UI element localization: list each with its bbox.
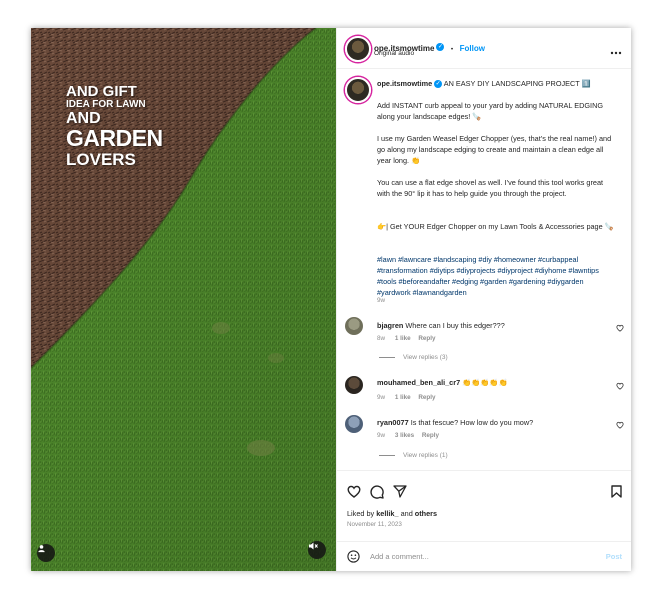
reply-button[interactable]: Reply bbox=[422, 432, 439, 439]
tagged-users-button[interactable] bbox=[37, 544, 55, 562]
comment-username[interactable]: mouhamed_ben_ali_cr7 bbox=[377, 378, 460, 387]
like-comment-heart-icon[interactable] bbox=[616, 324, 624, 332]
more-options-icon[interactable] bbox=[610, 42, 622, 60]
post-modal: AND GIFT IDEA FOR LAWN AND GARDEN LOVERS… bbox=[31, 28, 631, 571]
comment-meta: 8w 1 like Reply bbox=[377, 335, 435, 342]
post-date: November 11, 2023 bbox=[347, 521, 402, 528]
divider bbox=[337, 470, 631, 471]
post-comment-button[interactable]: Post bbox=[606, 552, 622, 561]
overlay-line-4: GARDEN bbox=[66, 125, 163, 151]
comment-avatar[interactable] bbox=[345, 317, 363, 335]
comment-username[interactable]: ryan0077 bbox=[377, 418, 409, 427]
comment-meta: 9w 3 likes Reply bbox=[377, 432, 439, 439]
liked-by-user[interactable]: kellik_ bbox=[376, 509, 398, 518]
save-bookmark-icon[interactable] bbox=[611, 485, 622, 498]
user-icon bbox=[38, 545, 45, 553]
comment-text: Where can I buy this edger??? bbox=[405, 321, 505, 330]
like-comment-heart-icon[interactable] bbox=[616, 382, 624, 390]
reply-button[interactable]: Reply bbox=[418, 394, 435, 401]
speaker-muted-icon bbox=[309, 542, 318, 550]
follow-button[interactable]: Follow bbox=[460, 44, 485, 53]
caption-paragraph-4: 👉| Get YOUR Edger Chopper on my Lawn Too… bbox=[377, 222, 614, 231]
verified-badge-icon: ✓ bbox=[434, 80, 443, 89]
liked-by-prefix: Liked by bbox=[347, 509, 377, 518]
comment-meta: 9w 1 like Reply bbox=[377, 394, 435, 401]
comments-scroll-area[interactable]: ope.itsmowtime ✓ AN EASY DIY LANDSCAPING … bbox=[337, 69, 631, 463]
comment-age: 9w bbox=[377, 432, 386, 439]
caption-paragraph-1: Add INSTANT curb appeal to your yard by … bbox=[377, 101, 604, 121]
view-replies-button[interactable]: View replies (3) bbox=[379, 354, 448, 361]
comment-username[interactable]: bjagren bbox=[377, 321, 403, 330]
caption-hashtags[interactable]: #lawn #lawncare #landscaping #diy #homeo… bbox=[377, 254, 617, 298]
view-replies-button[interactable]: View replies (1) bbox=[379, 452, 448, 459]
overlay-line-1: AND GIFT bbox=[66, 83, 137, 100]
view-replies-label: View replies (1) bbox=[403, 452, 448, 459]
comment-age: 9w bbox=[377, 394, 386, 401]
comment-age: 8w bbox=[377, 335, 386, 342]
caption-paragraph-3: You can use a flat edge shovel as well. … bbox=[377, 178, 604, 198]
comment-likes[interactable]: 1 like bbox=[395, 335, 411, 342]
audio-label[interactable]: Original audio bbox=[374, 50, 414, 57]
post-video[interactable]: AND GIFT IDEA FOR LAWN AND GARDEN LOVERS bbox=[31, 28, 336, 571]
verified-badge-icon: ✓ bbox=[436, 42, 445, 51]
caption-paragraph-2: I use my Garden Weasel Edger Chopper (ye… bbox=[377, 134, 612, 165]
comment-row: ryan0077 Is that fescue? How low do you … bbox=[377, 417, 617, 428]
like-heart-icon[interactable] bbox=[347, 485, 361, 498]
like-comment-heart-icon[interactable] bbox=[616, 421, 624, 429]
post-side-panel: ope.itsmowtime ✓ • Follow Original audio … bbox=[336, 28, 631, 571]
view-replies-label: View replies (3) bbox=[403, 354, 448, 361]
comment-text: Is that fescue? How low do you mow? bbox=[410, 418, 534, 427]
overlay-line-2: IDEA FOR LAWN bbox=[66, 99, 146, 110]
comment-avatar[interactable] bbox=[345, 376, 363, 394]
comment-avatar[interactable] bbox=[345, 415, 363, 433]
comment-icon[interactable] bbox=[370, 485, 384, 499]
add-comment-input[interactable]: Add a comment... bbox=[370, 552, 429, 561]
comment-row: bjagren Where can I buy this edger??? bbox=[377, 320, 617, 331]
caption-title-row: ope.itsmowtime ✓ AN EASY DIY LANDSCAPING … bbox=[377, 78, 617, 89]
emoji-icon[interactable] bbox=[347, 550, 360, 563]
header-dot: • bbox=[450, 46, 454, 53]
caption-title: AN EASY DIY LANDSCAPING PROJECT 1️⃣ bbox=[443, 79, 591, 88]
share-send-icon[interactable] bbox=[393, 485, 407, 498]
caption-age: 9w bbox=[377, 297, 386, 304]
comment-row: mouhamed_ben_ali_cr7 👏👏👏👏👏 bbox=[377, 377, 617, 388]
author-avatar[interactable] bbox=[345, 36, 371, 62]
caption-avatar[interactable] bbox=[345, 77, 371, 103]
video-overlay-text: AND GIFT IDEA FOR LAWN AND GARDEN LOVERS bbox=[66, 84, 163, 168]
overlay-line-5: LOVERS bbox=[66, 150, 136, 169]
liked-by-mid: and bbox=[398, 509, 415, 518]
post-header: ope.itsmowtime ✓ • Follow Original audio bbox=[337, 28, 631, 69]
liked-by: Liked by kellik_ and others bbox=[347, 509, 437, 518]
mute-button[interactable] bbox=[308, 541, 326, 559]
add-comment-bar: Add a comment... Post bbox=[337, 542, 631, 571]
reply-button[interactable]: Reply bbox=[418, 335, 435, 342]
comment-likes[interactable]: 3 likes bbox=[395, 432, 414, 439]
caption-username[interactable]: ope.itsmowtime bbox=[377, 79, 432, 88]
comment-likes[interactable]: 1 like bbox=[395, 394, 411, 401]
comment-text: 👏👏👏👏👏 bbox=[462, 378, 508, 387]
liked-by-others[interactable]: others bbox=[415, 509, 437, 518]
